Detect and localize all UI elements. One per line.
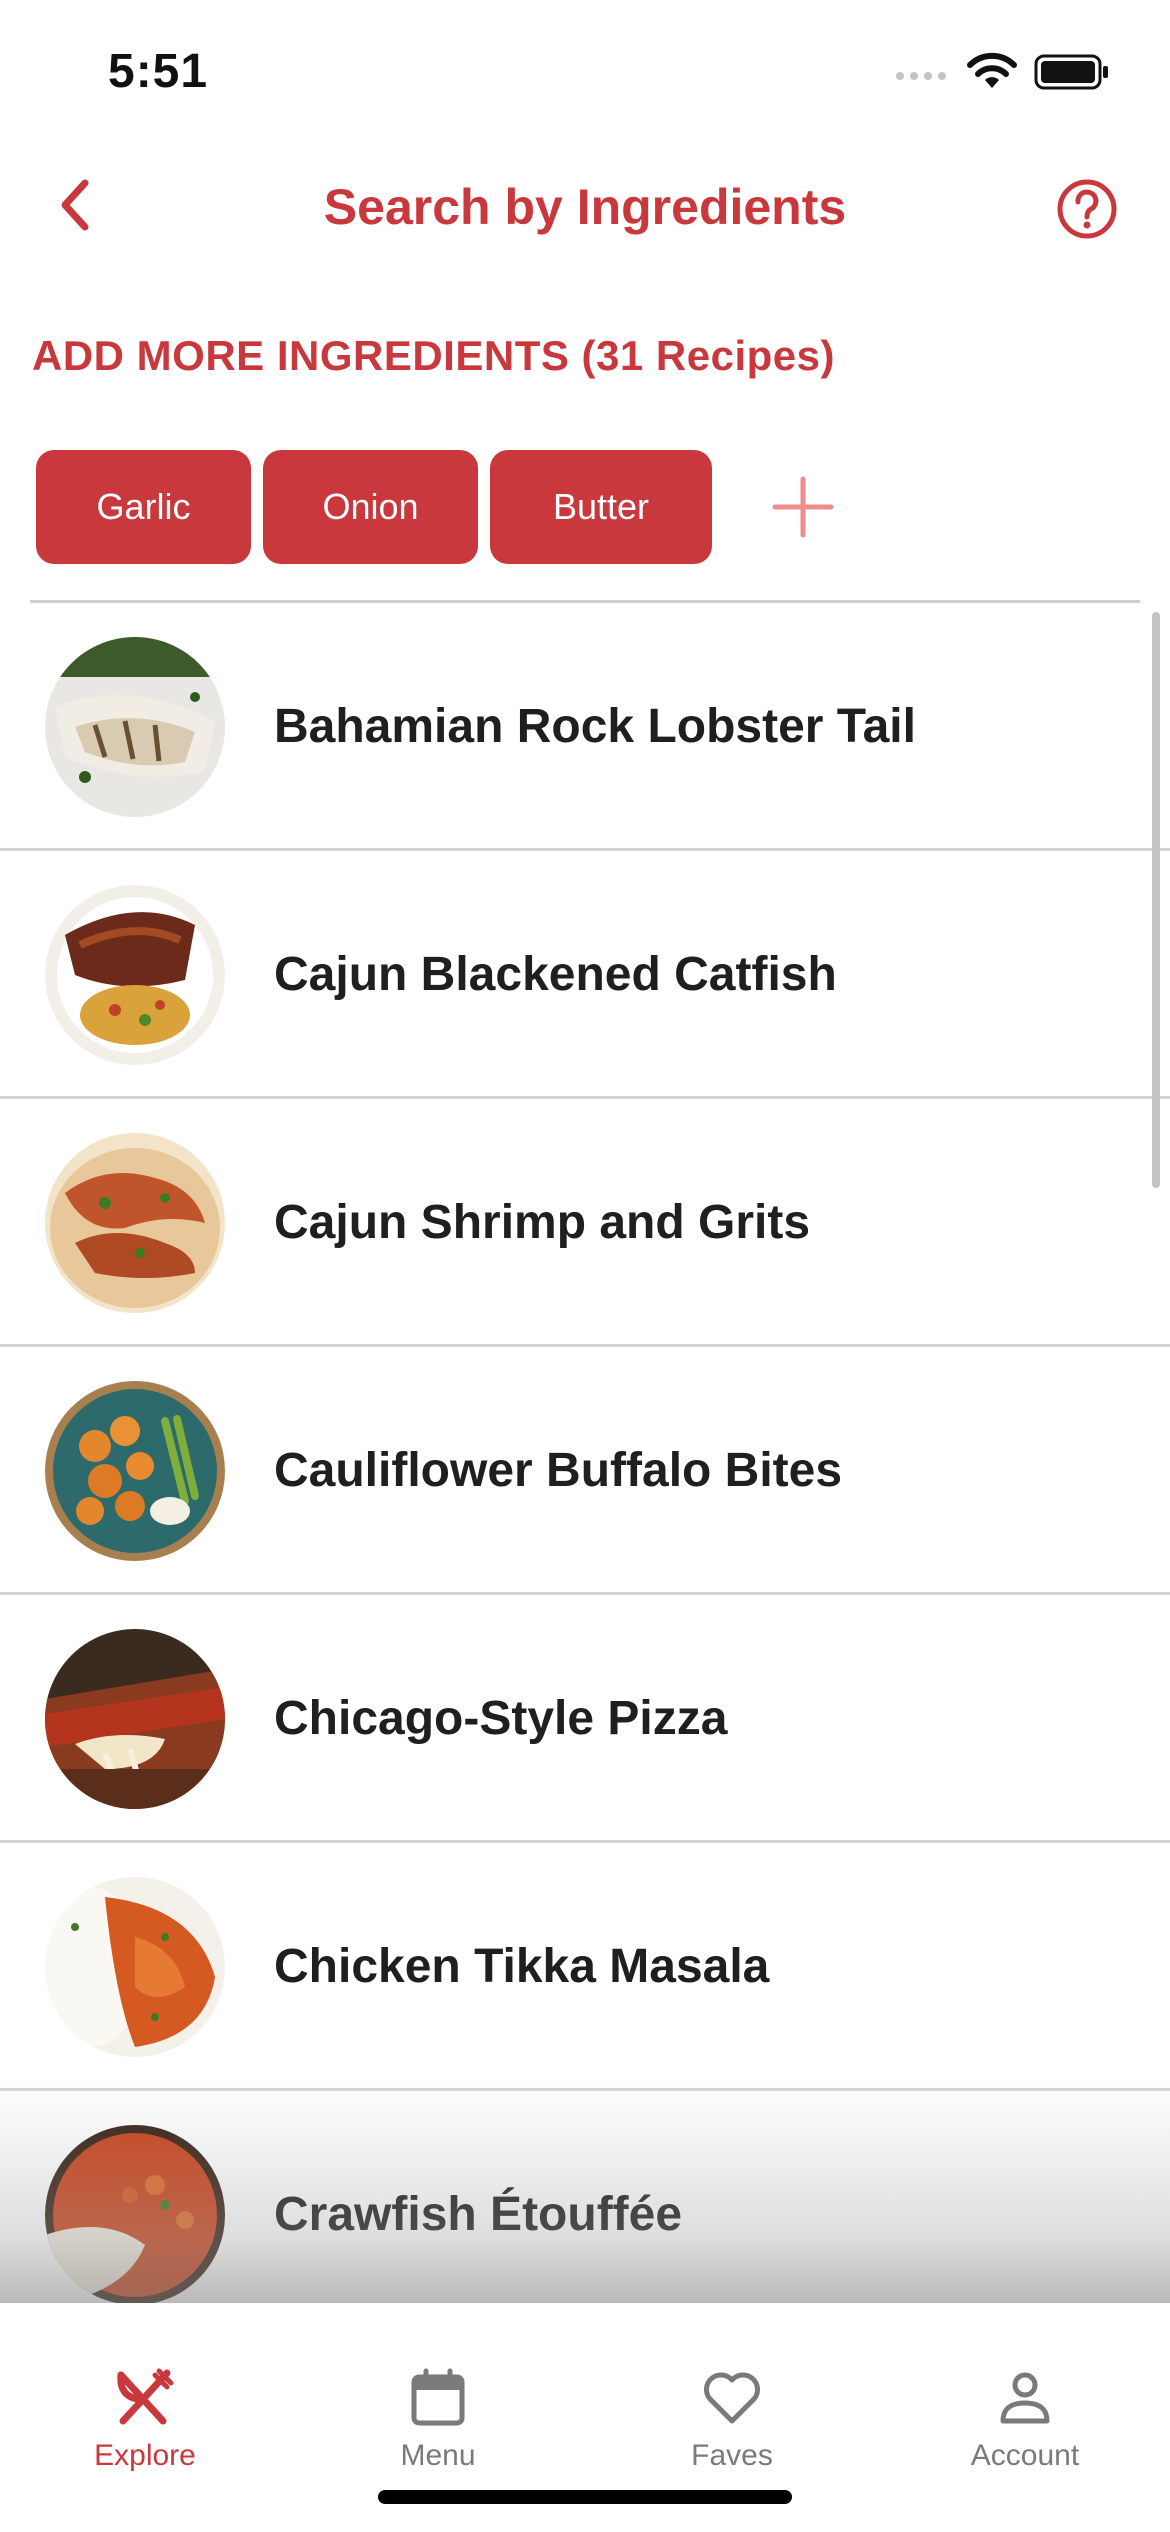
tab-label: Explore — [94, 2439, 196, 2472]
help-icon — [1057, 179, 1117, 239]
ingredients-heading: ADD MORE INGREDIENTS (31 Recipes) — [32, 332, 835, 379]
tab-menu[interactable]: Menu — [318, 2365, 558, 2473]
tab-faves[interactable]: Faves — [612, 2365, 852, 2473]
add-ingredient-button[interactable] — [748, 450, 858, 564]
recipe-row[interactable]: Cajun Blackened Catfish — [0, 851, 1170, 1099]
heart-icon — [704, 2372, 760, 2424]
ingredient-chip-onion[interactable]: Onion — [263, 450, 478, 564]
ingredient-chip-butter[interactable]: Butter — [490, 450, 712, 564]
tab-label: Account — [970, 2439, 1080, 2472]
recipe-title: Bahamian Rock Lobster Tail — [274, 700, 916, 753]
ingredient-chips: Garlic Onion Butter — [36, 450, 858, 564]
recipe-row[interactable]: Cauliflower Buffalo Bites — [0, 1347, 1170, 1595]
signal-icon — [896, 72, 946, 80]
recipe-title: Chicken Tikka Masala — [274, 1940, 770, 1993]
tab-account[interactable]: Account — [905, 2365, 1145, 2473]
recipe-row[interactable]: Bahamian Rock Lobster Tail — [0, 603, 1170, 851]
plus-icon — [772, 476, 834, 538]
scrollbar[interactable] — [1152, 612, 1160, 1188]
recipe-row[interactable]: Crawfish Étouffée — [0, 2091, 1170, 2303]
tab-explore[interactable]: Explore — [25, 2365, 265, 2473]
wifi-icon — [967, 52, 1017, 88]
recipe-title: Cajun Shrimp and Grits — [274, 1196, 811, 1249]
recipe-thumbnail — [45, 637, 225, 817]
recipe-title: Crawfish Étouffée — [274, 2188, 683, 2241]
recipe-thumbnail — [45, 1381, 225, 1561]
battery-icon — [1034, 54, 1108, 90]
recipe-title: Chicago-Style Pizza — [274, 1692, 728, 1745]
recipe-title: Cauliflower Buffalo Bites — [274, 1444, 843, 1497]
recipe-thumbnail — [45, 2125, 225, 2303]
ingredient-chip-garlic[interactable]: Garlic — [36, 450, 251, 564]
page-title: Search by Ingredients — [323, 179, 847, 235]
person-icon — [1000, 2372, 1050, 2424]
recipe-row[interactable]: Cajun Shrimp and Grits — [0, 1099, 1170, 1347]
help-button[interactable] — [1052, 174, 1122, 244]
recipe-row[interactable]: Chicago-Style Pizza — [0, 1595, 1170, 1843]
recipe-thumbnail — [45, 1629, 225, 1809]
navigation-bar: Search by Ingredients — [0, 150, 1170, 260]
recipe-thumbnail — [45, 885, 225, 1065]
home-indicator — [378, 2490, 792, 2504]
status-time: 5:51 — [108, 45, 209, 98]
status-bar: 5:51 — [0, 0, 1170, 140]
recipe-thumbnail — [45, 1133, 225, 1313]
tab-label: Faves — [691, 2439, 773, 2472]
recipe-title: Cajun Blackened Catfish — [274, 948, 837, 1001]
tab-label: Menu — [400, 2439, 476, 2472]
recipe-list[interactable]: Bahamian Rock Lobster Tail Cajun Blacken… — [0, 603, 1170, 2303]
recipe-thumbnail — [45, 1877, 225, 2057]
recipe-row[interactable]: Chicken Tikka Masala — [0, 1843, 1170, 2091]
calendar-icon — [411, 2368, 465, 2426]
fork-knife-icon — [117, 2368, 174, 2425]
